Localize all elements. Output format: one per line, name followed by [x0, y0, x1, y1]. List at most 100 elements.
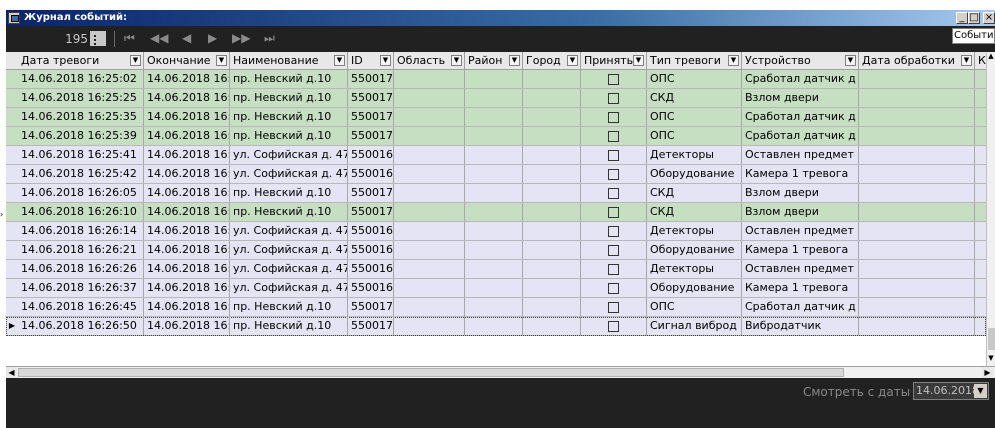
prev-page-button[interactable]: ◀◀	[150, 31, 168, 45]
table-row[interactable]: 14.06.2018 16:26:1014.06.2018 16:2(пр. Н…	[6, 203, 987, 222]
accept-checkbox[interactable]	[608, 112, 619, 123]
table-row[interactable]: 14.06.2018 16:26:1414.06.2018 16:2(ул. С…	[6, 222, 987, 241]
column-header-processing-date[interactable]: Дата обработки ▼	[859, 52, 975, 70]
column-filter-chevron-down-icon[interactable]: ▼	[567, 55, 578, 66]
cell-processing-date	[859, 203, 975, 221]
cell-city	[523, 298, 581, 316]
minimize-button[interactable]: _	[956, 12, 968, 24]
window-title: Журнал событий:	[24, 12, 128, 23]
accept-checkbox[interactable]	[608, 321, 619, 332]
column-header-city[interactable]: Город ▼	[523, 52, 581, 70]
column-filter-chevron-down-icon[interactable]: ▼	[216, 55, 227, 66]
cell-id: 550016	[348, 241, 394, 259]
table-row[interactable]: 14.06.2018 16:25:3514.06.2018 16:2!пр. Н…	[6, 108, 987, 127]
accept-checkbox[interactable]	[608, 131, 619, 142]
next-record-button[interactable]: ▶	[208, 31, 217, 45]
table-row[interactable]: ▶14.06.2018 16:26:5014.06.2018 16:2(пр. …	[6, 317, 987, 336]
cell-end-date: 14.06.2018 16:2(	[144, 222, 230, 240]
chevron-down-icon[interactable]: ▼	[974, 384, 987, 398]
column-header-label: Область	[397, 54, 446, 67]
next-page-button[interactable]: ▶▶	[232, 31, 250, 45]
accept-checkbox[interactable]	[608, 207, 619, 218]
cell-city	[523, 184, 581, 202]
accept-checkbox[interactable]	[608, 188, 619, 199]
events-tab[interactable]: События	[952, 28, 995, 44]
scroll-left-arrow-icon[interactable]: ◀	[6, 367, 17, 378]
cell-device: Взлом двери	[742, 89, 859, 107]
column-header-id[interactable]: ID ▼	[348, 52, 394, 70]
accept-checkbox[interactable]	[608, 169, 619, 180]
column-header-end-date[interactable]: Окончание ▼	[144, 52, 230, 70]
column-header-label: Город	[526, 54, 561, 67]
accept-checkbox[interactable]	[608, 302, 619, 313]
column-filter-chevron-down-icon[interactable]: ▼	[130, 55, 141, 66]
column-header-district[interactable]: Район ▼	[465, 52, 523, 70]
column-filter-chevron-down-icon[interactable]: ▼	[334, 55, 345, 66]
cell-name: пр. Невский д.10	[230, 127, 348, 145]
cell-alarm-type: СКД	[647, 184, 742, 202]
cell-city	[523, 317, 581, 335]
cell-accept	[581, 222, 647, 240]
current-row-indicator-icon: ▶	[8, 321, 16, 330]
column-filter-chevron-down-icon[interactable]: ▼	[380, 55, 391, 66]
accept-checkbox[interactable]	[608, 74, 619, 85]
vertical-scroll-thumb[interactable]	[988, 328, 995, 350]
cell-district	[465, 165, 523, 183]
first-record-button[interactable]: ⏮	[124, 31, 135, 45]
cell-device: Камера 1 тревога	[742, 241, 859, 259]
column-filter-chevron-down-icon[interactable]: ▼	[451, 55, 462, 66]
column-filter-chevron-down-icon[interactable]: ▼	[633, 55, 644, 66]
cell-device: Сработал датчик д	[742, 108, 859, 126]
accept-checkbox[interactable]	[608, 245, 619, 256]
table-row[interactable]: 14.06.2018 16:25:3914.06.2018 16:2!пр. Н…	[6, 127, 987, 146]
table-row[interactable]: 14.06.2018 16:26:4514.06.2018 16:2(пр. Н…	[6, 298, 987, 317]
table-view-icon[interactable]	[90, 31, 106, 46]
horizontal-scrollbar[interactable]: ◀ ▶	[6, 366, 995, 378]
scroll-down-arrow-icon[interactable]: ▼	[987, 354, 995, 363]
column-header-accept[interactable]: Принять ▼	[581, 52, 647, 70]
prev-record-button[interactable]: ◀	[182, 31, 191, 45]
cell-city	[523, 241, 581, 259]
cell-accept	[581, 317, 647, 335]
column-filter-chevron-down-icon[interactable]: ▼	[509, 55, 520, 66]
accept-checkbox[interactable]	[608, 264, 619, 275]
close-button[interactable]: ×	[983, 12, 995, 24]
cell-district	[465, 241, 523, 259]
table-row[interactable]: 14.06.2018 16:25:4214.06.2018 16:2!ул. С…	[6, 165, 987, 184]
column-header-alarm-date[interactable]: Дата тревоги ▼	[18, 52, 144, 70]
cell-end-date: 14.06.2018 16:2(	[144, 279, 230, 297]
cell-processing-date	[859, 298, 975, 316]
maximize-button[interactable]: □	[968, 12, 980, 24]
cell-accept	[581, 70, 647, 88]
title-bar[interactable]: Журнал событий: _ □ ×	[6, 10, 995, 26]
table-row[interactable]: 14.06.2018 16:25:2514.06.2018 16:2!пр. Н…	[6, 89, 987, 108]
cell-name: пр. Невский д.10	[230, 298, 348, 316]
vertical-scrollbar[interactable]: ▲ ▼	[986, 52, 995, 366]
accept-checkbox[interactable]	[608, 93, 619, 104]
scroll-right-arrow-icon[interactable]: ▶	[982, 367, 993, 378]
accept-checkbox[interactable]	[608, 150, 619, 161]
table-row[interactable]: 14.06.2018 16:26:3714.06.2018 16:2(ул. С…	[6, 279, 987, 298]
table-row[interactable]: 14.06.2018 16:26:2114.06.2018 16:2(ул. С…	[6, 241, 987, 260]
table-row[interactable]: 14.06.2018 16:25:0214.06.2018 16:2!пр. Н…	[6, 70, 987, 89]
view-from-date-picker[interactable]: 14.06.2018 ▼	[913, 382, 989, 400]
cell-end-date: 14.06.2018 16:2(	[144, 203, 230, 221]
column-header-name[interactable]: Наименование ▼	[230, 52, 348, 70]
scroll-up-arrow-icon[interactable]: ▲	[987, 52, 995, 61]
column-filter-chevron-down-icon[interactable]: ▼	[728, 55, 739, 66]
column-filter-chevron-down-icon[interactable]: ▼	[845, 55, 856, 66]
accept-checkbox[interactable]	[608, 226, 619, 237]
horizontal-scroll-thumb[interactable]	[18, 368, 844, 377]
table-row[interactable]: 14.06.2018 16:25:4114.06.2018 16:2!ул. С…	[6, 146, 987, 165]
last-record-button[interactable]: ⏭	[264, 31, 275, 45]
table-row[interactable]: 14.06.2018 16:26:0514.06.2018 16:2!пр. Н…	[6, 184, 987, 203]
column-header-region[interactable]: Область ▼	[394, 52, 465, 70]
column-header-alarm-type[interactable]: Тип тревоги ▼	[647, 52, 742, 70]
accept-checkbox[interactable]	[608, 283, 619, 294]
cell-name: пр. Невский д.10	[230, 89, 348, 107]
cell-city	[523, 165, 581, 183]
column-header-device[interactable]: Устройство ▼	[742, 52, 859, 70]
table-row[interactable]: 14.06.2018 16:26:2614.06.2018 16:2(ул. С…	[6, 260, 987, 279]
cell-end-date: 14.06.2018 16:2!	[144, 70, 230, 88]
column-filter-chevron-down-icon[interactable]: ▼	[961, 55, 972, 66]
